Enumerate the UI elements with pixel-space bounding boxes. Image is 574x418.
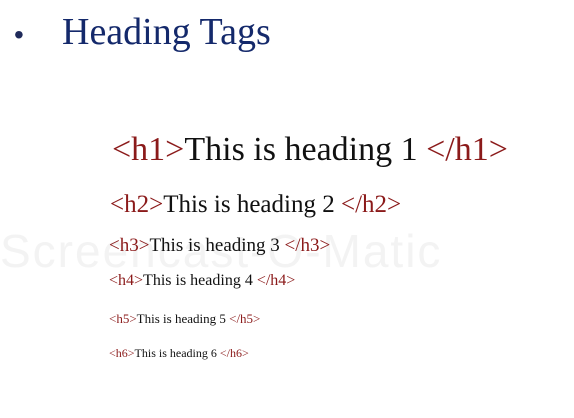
heading-example-1: <h1>This is heading 1 </h1> bbox=[112, 131, 508, 169]
close-tag: </h6> bbox=[219, 346, 249, 360]
slide-title: Heading Tags bbox=[62, 11, 271, 53]
heading-example-3: <h3>This is heading 3 </h3> bbox=[109, 235, 330, 257]
heading-example-6: <h6>This is heading 6 </h6> bbox=[109, 346, 249, 361]
heading-text: This is heading 6 bbox=[134, 346, 220, 360]
heading-text: This is heading 5 bbox=[136, 311, 230, 326]
heading-text: This is heading 1 bbox=[184, 131, 427, 168]
close-tag: </h5> bbox=[229, 311, 261, 326]
open-tag: <h1> bbox=[112, 131, 185, 168]
heading-text: This is heading 2 bbox=[163, 191, 341, 218]
heading-text: This is heading 4 bbox=[143, 272, 257, 289]
close-tag: </h3> bbox=[284, 235, 331, 256]
open-tag: <h4> bbox=[109, 272, 144, 289]
close-tag: </h4> bbox=[256, 272, 296, 289]
heading-example-2: <h2>This is heading 2 </h2> bbox=[110, 191, 401, 219]
open-tag: <h3> bbox=[109, 235, 150, 256]
slide: • Heading Tags Screencast-O-Matic <h1>Th… bbox=[0, 0, 574, 418]
bullet-icon: • bbox=[14, 19, 24, 50]
open-tag: <h2> bbox=[110, 191, 164, 218]
close-tag: </h1> bbox=[426, 131, 508, 168]
open-tag: <h5> bbox=[109, 311, 137, 326]
heading-text: This is heading 3 bbox=[149, 235, 285, 256]
heading-example-5: <h5>This is heading 5 </h5> bbox=[109, 311, 260, 327]
title-row: • Heading Tags bbox=[14, 10, 271, 54]
close-tag: </h2> bbox=[340, 191, 402, 218]
open-tag: <h6> bbox=[109, 346, 135, 360]
heading-example-4: <h4>This is heading 4 </h4> bbox=[109, 272, 295, 290]
